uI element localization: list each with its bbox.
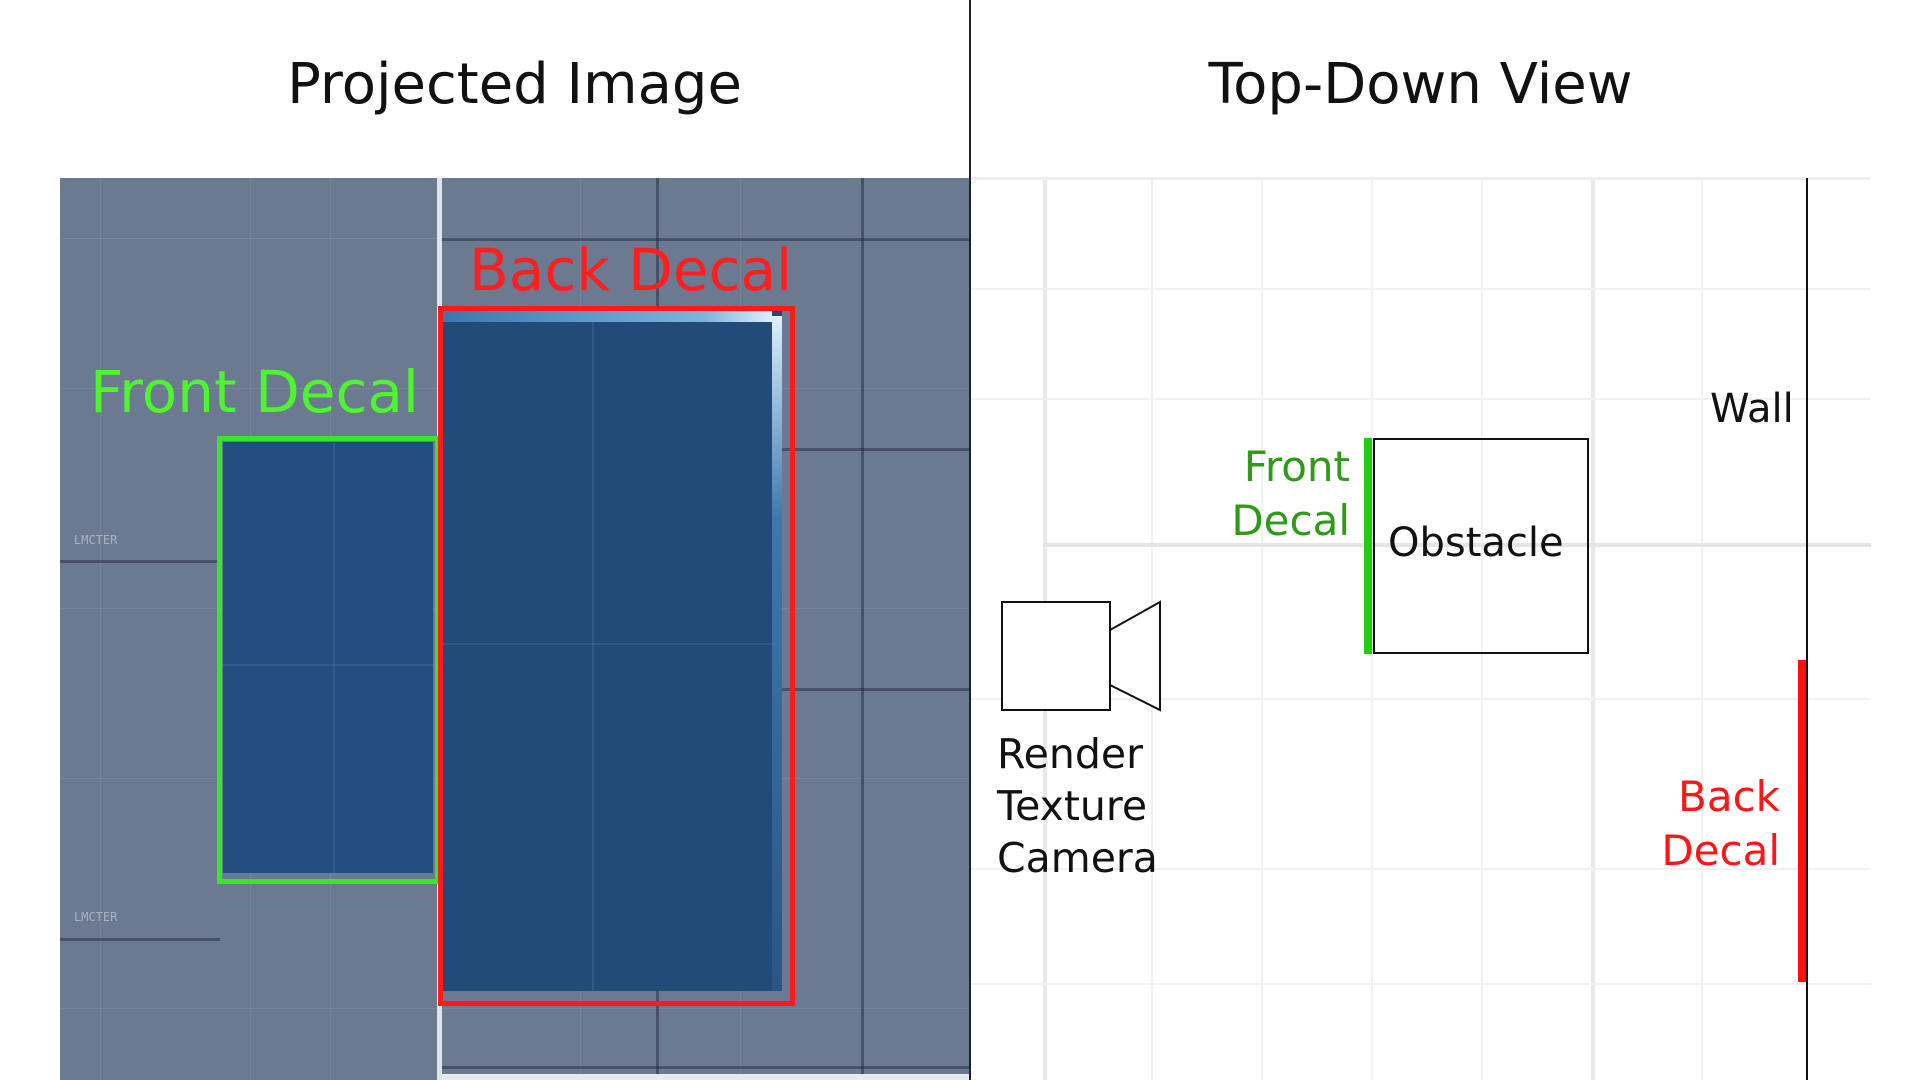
front-decal-label: Front Decal bbox=[90, 358, 420, 426]
back-decal-topdown-text: Back Decal bbox=[1661, 772, 1780, 875]
back-decal-topdown-label: Back Decal bbox=[1620, 770, 1780, 878]
top-down-view-title: Top-Down View bbox=[1208, 52, 1633, 117]
camera-label-text: Render Texture Camera bbox=[997, 730, 1158, 882]
projected-image-title: Projected Image bbox=[287, 52, 742, 117]
back-decal-label: Back Decal bbox=[469, 236, 793, 304]
top-rule bbox=[971, 177, 1870, 180]
wall-label: Wall bbox=[1710, 386, 1794, 432]
front-decal-marker bbox=[1364, 438, 1372, 654]
front-decal-topdown-text: Front Decal bbox=[1231, 442, 1350, 545]
obstacle-label: Obstacle bbox=[1388, 520, 1564, 566]
wall-line bbox=[1806, 178, 1808, 1080]
front-decal-outline bbox=[217, 436, 440, 884]
front-decal-topdown-label: Front Decal bbox=[1210, 440, 1350, 548]
camera-icon bbox=[1001, 600, 1161, 712]
back-decal-marker bbox=[1798, 660, 1806, 982]
camera-label: Render Texture Camera bbox=[997, 728, 1158, 884]
floor-edge bbox=[442, 1074, 969, 1080]
back-decal-outline bbox=[438, 306, 795, 1006]
projected-image-panel: LMCTER LMCTER bbox=[60, 178, 969, 1080]
